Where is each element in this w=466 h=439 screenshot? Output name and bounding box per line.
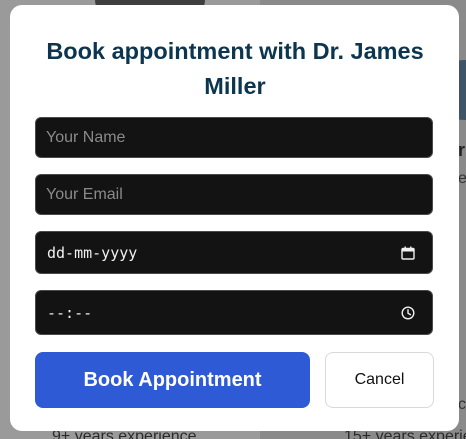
calendar-icon[interactable] xyxy=(398,243,418,263)
appointment-modal: Book appointment with Dr. James Miller d… xyxy=(10,5,459,431)
background-doctor-name: r xyxy=(458,140,466,160)
background-doctor-text: c xyxy=(458,396,466,413)
background-doctor-specialty: e xyxy=(458,170,466,187)
email-field[interactable] xyxy=(35,174,433,215)
book-appointment-button[interactable]: Book Appointment xyxy=(35,352,310,408)
time-input[interactable]: --:-- xyxy=(36,304,398,322)
clock-icon[interactable] xyxy=(398,303,418,323)
date-field[interactable]: dd-mm-yyyy xyxy=(35,231,433,274)
time-field[interactable]: --:-- xyxy=(35,290,433,335)
name-field[interactable] xyxy=(35,117,433,158)
modal-title: Book appointment with Dr. James Miller xyxy=(46,38,424,99)
name-input[interactable] xyxy=(36,128,432,147)
email-input[interactable] xyxy=(36,185,432,204)
cancel-button[interactable]: Cancel xyxy=(325,352,434,408)
date-input[interactable]: dd-mm-yyyy xyxy=(36,244,398,262)
